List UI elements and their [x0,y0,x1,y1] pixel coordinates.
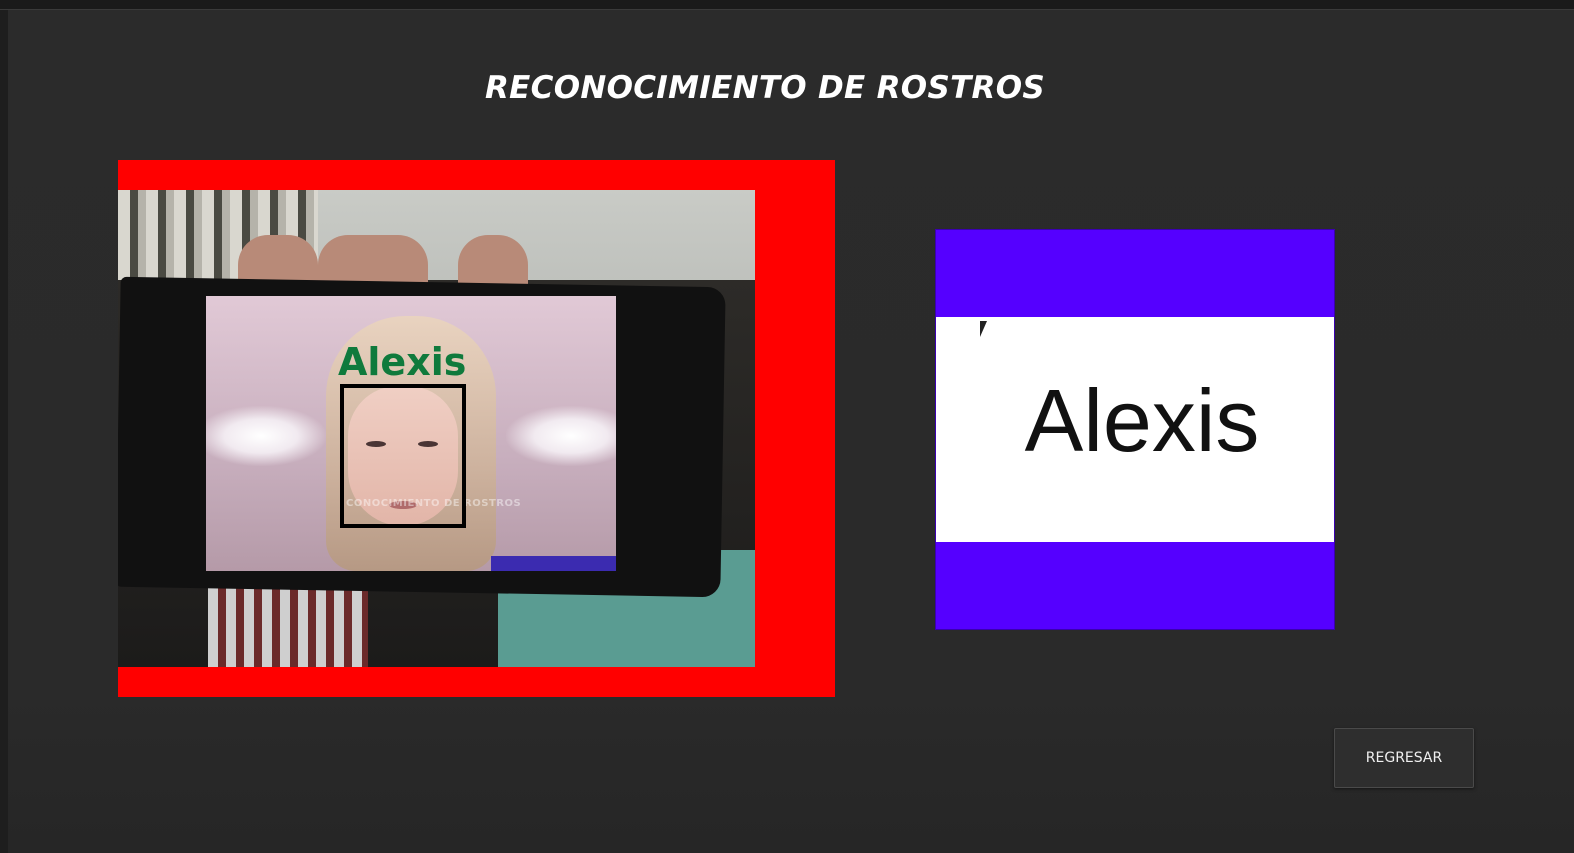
recognized-name: Alexis [1024,371,1260,470]
smoke-left [206,406,326,466]
recognized-name-panel: Alexis [935,229,1335,630]
back-button[interactable]: REGRESAR [1334,728,1474,788]
face-detection-box [340,384,466,528]
mouse-cursor-icon [980,321,994,337]
detected-face-label: Alexis [338,340,467,384]
page-title: RECONOCIMIENTO DE ROSTROS [485,70,1045,106]
phone-screen-bar [491,556,616,571]
camera-striped-shirt [208,585,368,667]
recognized-name-strip: Alexis [936,317,1334,542]
window-top-bar [0,0,1574,10]
camera-frame: CONOCIMIENTO DE ROSTROS Alexis [118,160,835,697]
smoke-right [506,406,616,466]
camera-feed: CONOCIMIENTO DE ROSTROS Alexis [118,190,755,667]
